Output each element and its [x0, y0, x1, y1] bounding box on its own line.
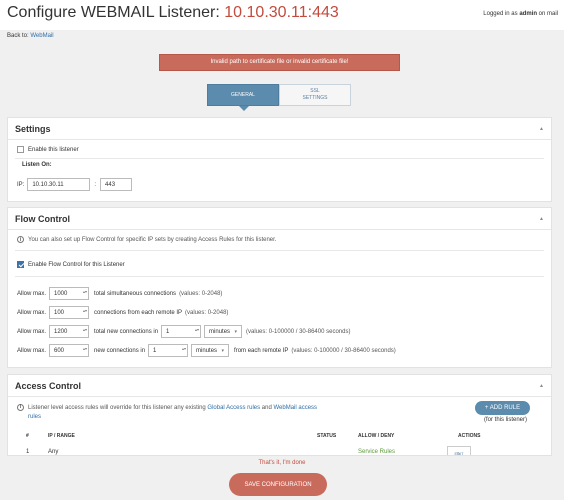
- access-control-info-text: Listener level access rules will overrid…: [28, 404, 327, 422]
- flow-row-per-ip-new-connections: Allow max. 600 new connections in 1 minu…: [17, 344, 396, 357]
- back-prefix: Back to:: [7, 33, 31, 39]
- enable-listener-checkbox[interactable]: [17, 146, 24, 153]
- tab-pointer: [239, 106, 249, 111]
- total-connections-input[interactable]: 1000: [49, 287, 89, 300]
- listen-on-label: Listen On:: [22, 162, 52, 168]
- column-header: #: [26, 433, 29, 439]
- flow-control-panel-header[interactable]: Flow Control ▲: [8, 208, 551, 230]
- info-prefix: Listener level access rules will overrid…: [28, 405, 208, 411]
- total-connections-label: total simultaneous connections: [94, 290, 177, 297]
- page-title-ip: 10.10.30.11:443: [224, 4, 339, 21]
- range-hint: (values: 0-2048): [179, 290, 223, 297]
- chevron-down-icon: ▾: [234, 328, 238, 335]
- flow-row-per-ip-connections: Allow max. 100 connections from each rem…: [17, 306, 228, 319]
- done-text: That's it, I'm done: [258, 460, 306, 466]
- table-row: 1 Any Service Rules ✎ EDIT: [21, 445, 545, 456]
- settings-title: Settings: [15, 124, 51, 134]
- total-new-connections-label: total new connections in: [94, 328, 159, 335]
- rule-allow-deny: Service Rules: [358, 449, 396, 455]
- column-header: IP / RANGE: [48, 433, 75, 439]
- range-hint: (values: 0-100000 / 30-86400 seconds): [291, 347, 396, 354]
- enable-flow-control-row: Enable Flow Control for this Listener: [17, 261, 125, 268]
- flow-control-panel: Flow Control ▲ i You can also set up Flo…: [7, 207, 552, 368]
- flow-row-total-connections: Allow max. 1000 total simultaneous conne…: [17, 287, 222, 300]
- port-input[interactable]: 443: [100, 178, 133, 191]
- login-info: Logged in as admin on mail: [483, 11, 558, 17]
- rule-ip: Any: [48, 449, 59, 455]
- enable-flow-control-label: Enable Flow Control for this Listener: [28, 261, 125, 268]
- info-icon: i: [17, 236, 24, 243]
- allow-max-label: Allow max.: [17, 347, 47, 354]
- settings-panel: Settings ▲ Enable this listener Listen O…: [7, 117, 552, 202]
- page-header: Configure WEBMAIL Listener: 10.10.30.11:…: [0, 0, 564, 30]
- global-access-rules-link[interactable]: Global Access rules: [207, 405, 260, 411]
- range-hint: (values: 0-2048): [185, 309, 229, 316]
- rule-number: 1: [26, 449, 30, 455]
- enable-listener-label: Enable this listener: [28, 146, 79, 153]
- per-ip-new-interval-input[interactable]: 1: [148, 344, 189, 357]
- tab-bar: GENERAL SSL SETTINGS: [207, 84, 351, 106]
- ip-label: IP:: [17, 181, 25, 188]
- ip-row: IP: 10.10.30.11 : 443: [17, 178, 133, 191]
- page-title: Configure WEBMAIL Listener: 10.10.30.11:…: [7, 4, 339, 22]
- back-to-webmail-link[interactable]: WebMail: [30, 33, 53, 39]
- login-user: admin: [519, 11, 537, 17]
- column-header: STATUS: [317, 433, 337, 439]
- flow-control-info-text: You can also set up Flow Control for spe…: [28, 236, 277, 243]
- flow-control-title: Flow Control: [15, 214, 70, 224]
- per-ip-suffix-label: from each remote IP: [234, 347, 289, 354]
- port-separator: :: [94, 181, 97, 188]
- range-hint: (values: 0-100000 / 30-86400 seconds): [246, 328, 351, 335]
- divider: [15, 276, 544, 277]
- flow-row-total-new-connections: Allow max. 1200 total new connections in…: [17, 325, 350, 338]
- access-control-info: i Listener level access rules will overr…: [17, 404, 327, 422]
- column-header: ALLOW / DENY: [358, 433, 395, 439]
- breadcrumb: Back to: WebMail: [7, 33, 54, 39]
- add-rule-note: (for this listener): [483, 417, 527, 423]
- tab-ssl-settings-label: SSL SETTINGS: [302, 88, 328, 101]
- rules-table-header: # IP / RANGE STATUS ALLOW / DENY ACTIONS: [21, 429, 545, 443]
- save-configuration-button[interactable]: SAVE CONFIGURATION: [229, 473, 327, 496]
- add-rule-button[interactable]: + ADD RULE: [475, 401, 530, 415]
- access-control-panel: Access Control ▲ i Listener level access…: [7, 374, 552, 456]
- tab-ssl-settings[interactable]: SSL SETTINGS: [279, 84, 351, 106]
- total-new-unit-select[interactable]: minutes ▾: [204, 325, 243, 338]
- enable-flow-control-checkbox[interactable]: [17, 261, 24, 268]
- column-header: ACTIONS: [458, 433, 481, 439]
- collapse-icon[interactable]: ▲: [539, 126, 544, 132]
- login-suffix: on mail: [536, 11, 558, 17]
- per-ip-new-unit-value: minutes: [196, 347, 218, 354]
- info-icon: i: [17, 404, 24, 411]
- login-prefix: Logged in as: [483, 11, 520, 17]
- tab-general[interactable]: GENERAL: [207, 84, 279, 106]
- total-new-unit-value: minutes: [209, 328, 231, 335]
- ip-input[interactable]: 10.10.30.11: [27, 178, 91, 191]
- total-new-interval-input[interactable]: 1: [161, 325, 202, 338]
- access-control-panel-header[interactable]: Access Control ▲: [8, 375, 551, 397]
- edit-label: EDIT: [454, 451, 464, 456]
- total-new-connections-input[interactable]: 1200: [49, 325, 89, 338]
- per-ip-connections-input[interactable]: 100: [49, 306, 89, 319]
- allow-max-label: Allow max.: [17, 309, 47, 316]
- chevron-down-icon: ▾: [221, 347, 225, 354]
- info-mid: and: [260, 405, 274, 411]
- divider: [15, 158, 544, 159]
- per-ip-connections-label: connections from each remote IP: [94, 309, 183, 316]
- allow-max-label: Allow max.: [17, 290, 47, 297]
- collapse-icon[interactable]: ▲: [539, 383, 544, 389]
- per-ip-new-connections-input[interactable]: 600: [49, 344, 89, 357]
- edit-rule-button[interactable]: ✎ EDIT: [447, 446, 471, 456]
- collapse-icon[interactable]: ▲: [539, 216, 544, 222]
- error-banner: Invalid path to certificate file or inva…: [159, 54, 400, 71]
- access-control-title: Access Control: [15, 381, 82, 391]
- settings-panel-header[interactable]: Settings ▲: [8, 118, 551, 140]
- flow-control-info: i You can also set up Flow Control for s…: [17, 236, 276, 243]
- per-ip-new-unit-select[interactable]: minutes ▾: [191, 344, 230, 357]
- enable-listener-row: Enable this listener: [17, 146, 79, 153]
- allow-max-label: Allow max.: [17, 328, 47, 335]
- per-ip-new-connections-label: new connections in: [94, 347, 146, 354]
- divider: [15, 250, 544, 251]
- page-title-prefix: Configure WEBMAIL Listener:: [7, 4, 225, 21]
